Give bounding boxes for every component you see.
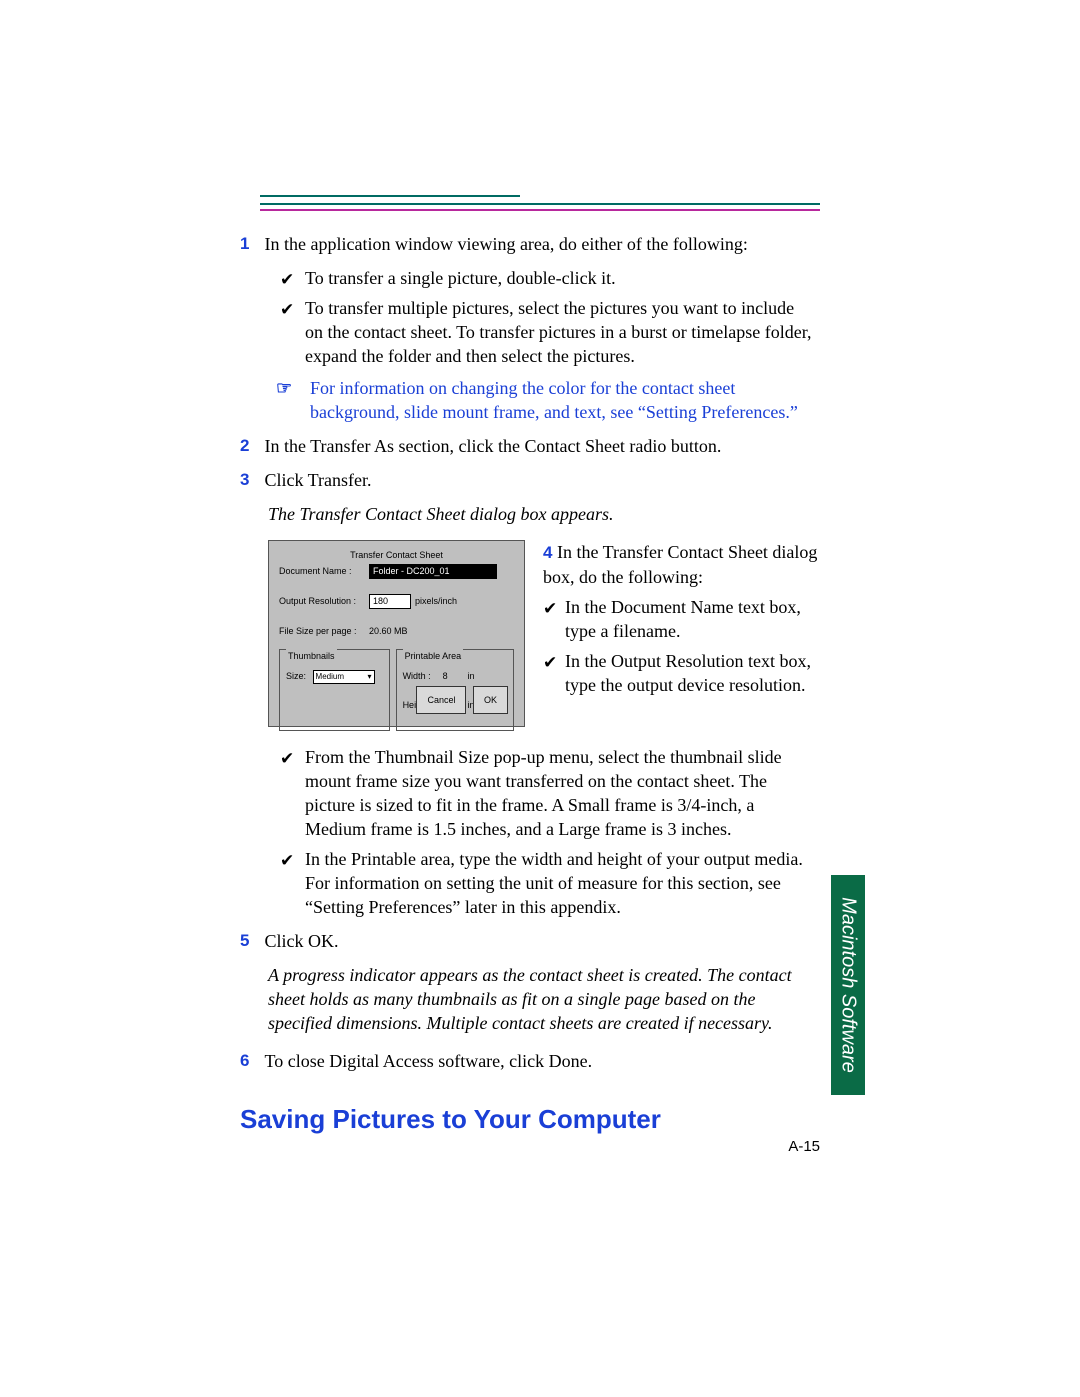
docname-input[interactable]: Folder - DC200_01	[369, 564, 497, 579]
thumb-size-label: Size:	[286, 671, 306, 681]
bullet-text: In the Printable area, type the width an…	[305, 849, 803, 917]
dialog-and-step4: Transfer Contact Sheet Document Name : F…	[268, 540, 820, 727]
step-text: Click Transfer.	[265, 468, 815, 492]
side-tab-label: Macintosh Software	[837, 897, 860, 1073]
bullet-text: In the Output Resolution text box, type …	[565, 651, 811, 695]
info-note: ☞ For information on changing the color …	[280, 376, 815, 424]
bullet: ✔ To transfer a single picture, double-c…	[280, 266, 815, 290]
ok-button[interactable]: OK	[473, 686, 508, 714]
cancel-button[interactable]: Cancel	[416, 686, 466, 714]
step-text: In the Transfer Contact Sheet dialog box…	[543, 542, 817, 587]
bullet: ✔ To transfer multiple pictures, select …	[280, 296, 815, 368]
step-number: 4	[543, 543, 552, 562]
body-text: 1 In the application window viewing area…	[240, 232, 820, 1131]
step-2: 2 In the Transfer As section, click the …	[240, 434, 820, 458]
step-1-bullets: ✔ To transfer a single picture, double-c…	[280, 266, 820, 368]
rule-teal	[260, 203, 820, 205]
step-3: 3 Click Transfer.	[240, 468, 820, 492]
step-4-lower-bullets: ✔ From the Thumbnail Size pop-up menu, s…	[280, 745, 820, 919]
step-text: In the Transfer As section, click the Co…	[265, 434, 815, 458]
side-tab: Macintosh Software	[831, 875, 865, 1095]
pointer-icon: ☞	[276, 376, 292, 400]
resolution-unit: pixels/inch	[415, 589, 457, 613]
step-4: 4 In the Transfer Contact Sheet dialog b…	[543, 540, 818, 589]
dialog-screenshot: Transfer Contact Sheet Document Name : F…	[268, 540, 525, 727]
resolution-label: Output Resolution :	[279, 589, 369, 613]
step-text: In the application window viewing area, …	[265, 232, 815, 256]
step-3-result: The Transfer Contact Sheet dialog box ap…	[268, 502, 808, 526]
page-number: A-15	[788, 1138, 820, 1155]
printable-area-title: Printable Area	[403, 644, 464, 668]
rule-magenta	[260, 209, 820, 211]
dialog-row-resolution: Output Resolution : 180 pixels/inch	[279, 589, 514, 613]
check-icon: ✔	[280, 747, 294, 771]
bullet-text: To transfer a single picture, double-cli…	[305, 268, 616, 288]
check-icon: ✔	[543, 597, 557, 621]
bullet-text: In the Document Name text box, type a fi…	[565, 597, 801, 641]
docname-label: Document Name :	[279, 559, 369, 583]
section-heading: Saving Pictures to Your Computer	[240, 1107, 820, 1131]
step-5: 5 Click OK.	[240, 929, 820, 953]
check-icon: ✔	[280, 849, 294, 873]
step-number: 3	[240, 468, 260, 492]
step-text: Click OK.	[265, 929, 815, 953]
step-5-result: A progress indicator appears as the cont…	[268, 963, 808, 1035]
dialog-row-filesize: File Size per page : 20.60 MB	[279, 619, 514, 643]
bullet: ✔ In the Document Name text box, type a …	[543, 595, 815, 643]
step-number: 2	[240, 434, 260, 458]
area-width-unit: in	[468, 664, 475, 688]
thumbnails-group: Thumbnails Size: Medium	[279, 649, 390, 731]
bullet: ✔ In the Output Resolution text box, typ…	[543, 649, 815, 697]
step-text: To close Digital Access software, click …	[265, 1049, 815, 1073]
step-number: 6	[240, 1049, 260, 1073]
check-icon: ✔	[280, 268, 294, 292]
bullet-text: From the Thumbnail Size pop-up menu, sel…	[305, 747, 782, 839]
filesize-value: 20.60 MB	[369, 619, 408, 643]
resolution-input[interactable]: 180	[369, 594, 411, 609]
step-1: 1 In the application window viewing area…	[240, 232, 820, 256]
info-text: For information on changing the color fo…	[310, 378, 798, 422]
thumb-size-select[interactable]: Medium	[313, 670, 375, 684]
bullet-text: To transfer multiple pictures, select th…	[305, 298, 812, 366]
dialog-row-docname: Document Name : Folder - DC200_01	[279, 559, 514, 583]
step-number: 1	[240, 232, 260, 256]
check-icon: ✔	[543, 651, 557, 675]
bullet: ✔ In the Printable area, type the width …	[280, 847, 815, 919]
step-4-side-bullets: ✔ In the Document Name text box, type a …	[543, 595, 818, 697]
bullet: ✔ From the Thumbnail Size pop-up menu, s…	[280, 745, 815, 841]
step-6: 6 To close Digital Access software, clic…	[240, 1049, 820, 1073]
rule-teal-short	[260, 195, 520, 197]
document-page: 1 In the application window viewing area…	[0, 0, 1080, 1397]
dialog-body: Document Name : Folder - DC200_01 Output…	[279, 559, 514, 716]
dialog-buttons: Cancel OK	[412, 686, 508, 714]
step-4-side: 4 In the Transfer Contact Sheet dialog b…	[543, 540, 818, 703]
step-number: 5	[240, 929, 260, 953]
check-icon: ✔	[280, 298, 294, 322]
filesize-label: File Size per page :	[279, 619, 369, 643]
